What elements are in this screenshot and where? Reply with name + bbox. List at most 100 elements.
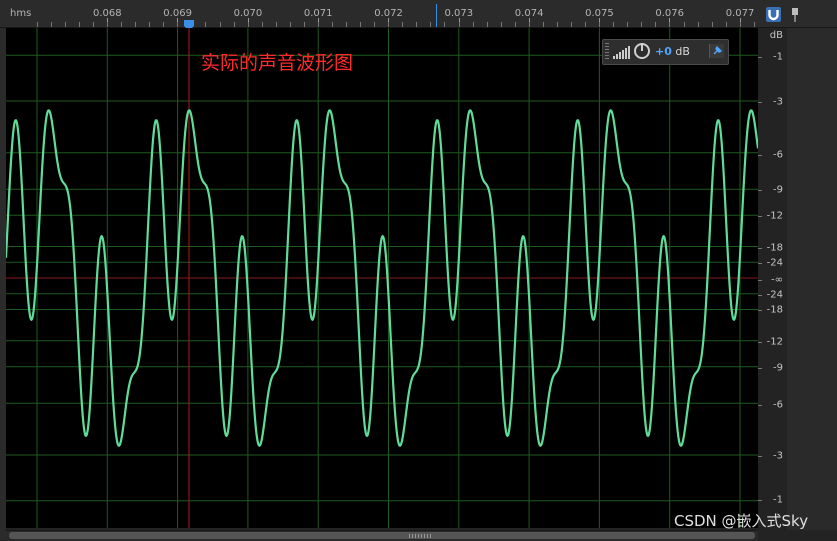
- pin-icon[interactable]: [791, 7, 799, 22]
- ruler-minor-tick: [50, 22, 52, 27]
- ruler-minor-tick: [753, 22, 755, 27]
- ruler-minor-tick: [739, 22, 741, 27]
- db-scale-tick: [758, 216, 762, 217]
- db-scale-tick: [758, 280, 762, 281]
- ruler-minor-tick: [317, 22, 319, 27]
- vertical-scroll-area[interactable]: [787, 28, 837, 530]
- db-scale-tick: [758, 342, 762, 343]
- ruler-minor-tick: [247, 22, 249, 27]
- db-scale-tick: [758, 368, 762, 369]
- horizontal-scroll-thumb[interactable]: [9, 532, 755, 539]
- waveform-canvas[interactable]: [6, 28, 758, 528]
- ruler-minor-tick: [599, 22, 601, 27]
- ruler-minor-tick: [556, 22, 558, 27]
- db-scale-tick: [758, 500, 762, 501]
- ruler-minor-tick: [332, 22, 333, 27]
- ruler-minor-tick: [289, 22, 291, 27]
- ruler-minor-tick: [275, 22, 277, 27]
- volume-hud[interactable]: +0 dB: [602, 39, 729, 65]
- ruler-minor-tick: [374, 22, 376, 27]
- db-scale-label: -9: [773, 362, 783, 374]
- ruler-minor-tick: [627, 22, 629, 27]
- ruler-minor-tick: [711, 22, 713, 27]
- snap-magnet-icon[interactable]: [766, 7, 781, 22]
- ruler-minor-tick: [107, 22, 108, 27]
- db-scale-tick: [758, 295, 762, 296]
- db-scale-label: -6: [773, 399, 783, 411]
- ruler-unit-label: hms: [10, 8, 32, 19]
- playhead-marker[interactable]: [184, 16, 194, 31]
- db-scale-tick: [758, 57, 762, 58]
- db-scale-tick: [758, 155, 762, 156]
- db-scale-label: -3: [773, 450, 783, 462]
- ruler-minor-tick: [416, 22, 418, 27]
- ruler-minor-tick: [669, 22, 671, 27]
- ruler-minor-tick: [514, 22, 516, 27]
- ruler-minor-tick: [149, 22, 151, 27]
- ruler-minor-tick: [486, 22, 488, 27]
- ruler-minor-tick: [121, 22, 123, 27]
- ruler-minor-tick: [36, 22, 38, 27]
- ruler-minor-tick: [135, 22, 137, 27]
- db-scale-label: -1: [773, 51, 783, 63]
- ruler-minor-tick: [472, 22, 474, 27]
- ruler-minor-tick: [444, 22, 446, 27]
- db-scale-label: -24: [766, 257, 783, 269]
- db-scale-label: -24: [766, 289, 783, 301]
- ruler-minor-tick: [697, 22, 699, 27]
- horizontal-scrollbar[interactable]: [6, 530, 758, 541]
- ruler-minor-tick: [261, 22, 263, 27]
- ruler-minor-tick: [163, 22, 165, 27]
- time-ruler[interactable]: hms 0.068 0.069 0.070 0.071 0.072 0.073 0.074 0…: [0, 0, 757, 31]
- db-scale-label: -12: [766, 210, 783, 222]
- db-scale-tick: [758, 405, 762, 406]
- ruler-minor-tick: [613, 22, 615, 27]
- ruler-minor-tick: [725, 22, 727, 27]
- scroll-grip-icon: [409, 534, 433, 538]
- signal-bars-icon: [613, 46, 630, 59]
- db-scale-label: -6: [773, 149, 783, 161]
- ruler-minor-tick: [177, 22, 179, 27]
- hud-pin-icon[interactable]: [709, 44, 724, 58]
- db-scale-label: -12: [766, 336, 783, 348]
- db-scale-tick: [758, 102, 762, 103]
- db-scale-label: -18: [766, 242, 783, 254]
- db-scale-label: -3: [773, 96, 783, 108]
- db-scale-tick: [758, 310, 762, 311]
- ruler-minor-tick: [542, 22, 544, 27]
- ruler-minor-tick: [500, 22, 502, 27]
- db-scale-tick: [758, 248, 762, 249]
- db-scale-tick: [758, 190, 762, 191]
- waveform-panel[interactable]: 实际的声音波形图 +0 dB: [6, 28, 758, 528]
- ruler-minor-tick: [78, 22, 80, 27]
- volume-unit: dB: [675, 45, 690, 58]
- volume-knob-icon[interactable]: [634, 43, 650, 59]
- watermark: CSDN @嵌入式Sky: [674, 512, 809, 530]
- ruler-minor-tick: [388, 22, 390, 27]
- ruler-minor-tick: [528, 22, 530, 27]
- ruler-minor-tick: [683, 22, 685, 27]
- ruler-minor-tick: [430, 22, 432, 27]
- db-scale-tick: [758, 263, 762, 264]
- ruler-minor-tick: [458, 22, 460, 27]
- ruler-minor-tick: [233, 22, 235, 27]
- ruler-minor-tick: [641, 22, 643, 27]
- ruler-minor-tick: [360, 22, 362, 27]
- ruler-minor-tick: [205, 22, 207, 27]
- db-scale-label: -18: [766, 304, 783, 316]
- ruler-minor-tick: [655, 22, 657, 27]
- ruler-minor-tick: [346, 22, 347, 27]
- db-scale-tick: [758, 456, 762, 457]
- db-scale-header: dB: [769, 30, 783, 41]
- ruler-minor-tick: [92, 22, 94, 27]
- ruler-cursor-line: [436, 4, 437, 27]
- ruler-tools: [757, 0, 837, 28]
- hud-grip-handle[interactable]: [605, 43, 609, 61]
- db-scale[interactable]: dB -1 -3 -6 -9 -12 -18 -24 -∞ -24 -18 -12 -9 -6 -3 -1: [758, 28, 787, 530]
- waveform-annotation: 实际的声音波形图: [201, 52, 354, 74]
- db-scale-label: -1: [773, 494, 783, 506]
- db-scale-label: -∞: [771, 274, 783, 286]
- ruler-minor-tick: [64, 22, 66, 27]
- ruler-minor-tick: [571, 22, 572, 27]
- ruler-minor-tick: [303, 22, 305, 27]
